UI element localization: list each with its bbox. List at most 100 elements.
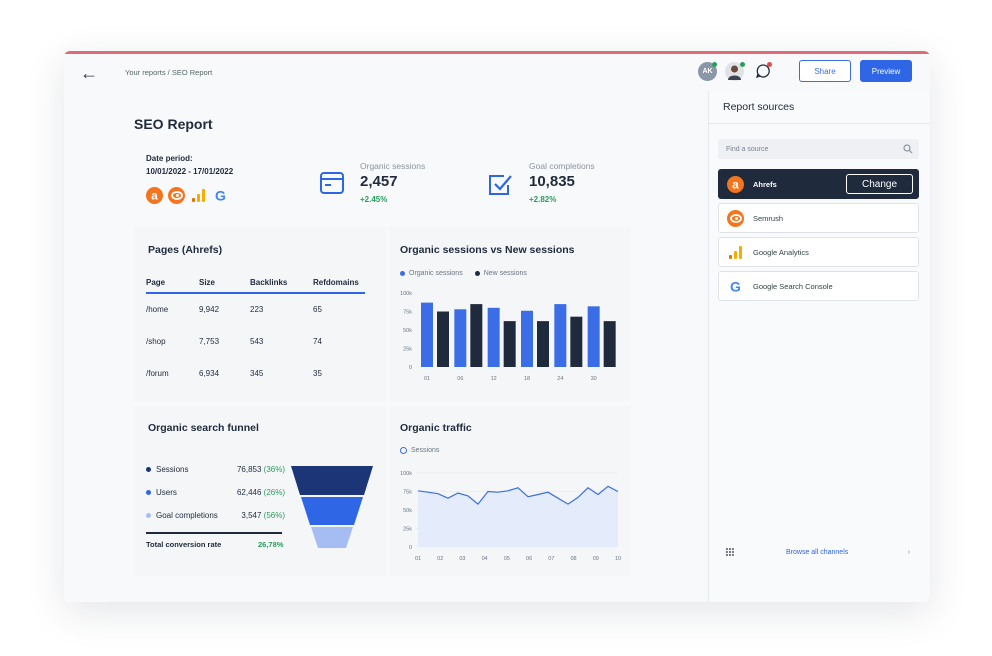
bar-new [503,321,516,367]
bar-chart: 0 25k 50k 75k 100k 01 06 12 18 24 30 [400,291,616,382]
divider [709,123,930,124]
source-icons: a G [146,187,229,204]
y-tick-label: 75k [403,310,412,316]
semrush-icon [168,187,185,204]
legend-swatch-sessions [400,447,407,454]
area-fill [418,486,618,547]
pages-table: Page Size Backlinks Refdomains /home 9,9… [146,273,365,389]
bar-organic [521,310,533,367]
funnel-stage-sessions [291,466,373,495]
date-period-range: 10/01/2022 - 17/01/2022 [146,167,234,176]
date-period-label: Date period: [146,154,193,163]
source-item-google-search-console[interactable]: G Google Search Console [718,271,919,301]
x-tick-label: 06 [526,556,532,562]
svg-text:a: a [151,189,158,203]
panel-title: Report sources [723,101,795,113]
column-header[interactable]: Size [199,273,250,294]
share-button[interactable]: Share [799,60,851,82]
back-arrow-icon[interactable]: ← [80,63,98,84]
area-chart: 0 25k 50k 75k 100k 01 02 03 04 05 06 07 08 09 10 [400,471,621,562]
source-item-google-analytics[interactable]: Google Analytics [718,237,919,267]
bullet-icon [146,513,151,518]
report-sources-panel: Report sources Find a source a Ahrefs Ch… [708,91,930,602]
y-tick-label: 75k [403,490,412,496]
chart-title: Organic traffic [400,422,472,434]
table-cell: 345 [250,368,264,378]
column-header[interactable]: Backlinks [250,273,313,294]
browse-label: Browse all channels [786,548,849,556]
bar-new [537,321,549,367]
funnel-number: 76,853 [236,465,262,474]
source-label: Google Search Console [753,281,833,291]
x-tick-label: 09 [593,556,599,562]
bar-new [437,311,449,367]
funnel-stage-users [301,497,363,525]
svg-text:G: G [215,188,226,204]
x-tick-label: 30 [591,376,597,382]
column-header[interactable]: Page [146,273,199,294]
checkbox-check-icon [486,171,514,199]
x-tick-label: 18 [524,376,530,382]
source-label: Google Analytics [753,247,809,257]
table-row[interactable]: /shop 7,753 543 74 [146,325,365,357]
kpi-change: +2.45% [360,195,388,204]
search-input[interactable]: Find a source [718,139,919,159]
x-tick-label: 10 [615,556,621,562]
pages-card-title: Pages (Ahrefs) [148,244,223,256]
table-row[interactable]: /forum 6,934 345 35 [146,357,365,389]
source-item-semrush[interactable]: Semrush [718,203,919,233]
source-item-ahrefs[interactable]: a Ahrefs Change [718,169,919,199]
x-tick-label: 06 [457,376,463,382]
svg-text:a: a [732,177,739,191]
column-header[interactable]: Refdomains [313,273,365,294]
ahrefs-icon: a [146,187,163,204]
y-tick-label: 100k [400,471,412,477]
browse-all-channels-link[interactable]: Browse all channels › [718,541,919,563]
bar-organic [454,309,467,367]
funnel-pct: (26%) [263,488,285,497]
table-cell: 543 [250,336,264,346]
total-conversion-value: 26,78% [258,540,284,549]
x-tick-label: 01 [424,376,430,382]
y-tick-label: 25k [403,527,412,533]
table-row[interactable]: /home 9,942 223 65 [146,293,365,325]
funnel-graphic [291,466,373,548]
app-window: ← Your reports / SEO Report AK Share Pre… [64,51,930,602]
online-status-dot [712,62,717,67]
table-cell: 9,942 [199,305,220,314]
x-tick-label: 04 [482,556,488,562]
x-tick-label: 24 [557,376,563,382]
bar-organic [587,306,600,367]
chart-title: Organic sessions vs New sessions [400,244,575,256]
funnel-row-sessions: Sessions [146,465,188,474]
total-conversion-label: Total conversion rate [146,540,222,549]
table-cell: /home [146,305,169,314]
semrush-icon [727,209,744,227]
google-analytics-icon [190,187,207,204]
date-period: Date period: 10/01/2022 - 17/01/2022 [146,152,233,178]
table-cell: 74 [313,336,322,346]
funnel-value: 62,446 (26%) [209,488,285,497]
online-status-dot [740,62,745,67]
google-icon: G [727,278,744,295]
x-tick-label: 12 [491,376,497,382]
funnel-number: 62,446 [236,488,262,497]
table-cell: 223 [250,305,264,314]
chart-legend: Organic sessions New sessions [400,270,527,277]
legend-label: New sessions [483,270,527,277]
y-tick-label: 0 [409,365,412,371]
breadcrumb[interactable]: Your reports / SEO Report [125,68,212,77]
grid-icon [726,548,734,556]
bullet-icon [146,467,151,472]
top-accent-line [64,51,930,54]
kpi-value: 10,835 [529,173,575,190]
table-cell: /shop [146,336,166,346]
table-cell: 35 [313,368,322,378]
bar-new [603,321,616,367]
search-icon[interactable] [903,144,913,154]
preview-button[interactable]: Preview [860,60,912,82]
chart-legend: Sessions [400,447,439,454]
funnel-title: Organic search funnel [148,422,259,434]
y-tick-label: 50k [403,328,412,334]
change-button[interactable]: Change [846,174,913,194]
